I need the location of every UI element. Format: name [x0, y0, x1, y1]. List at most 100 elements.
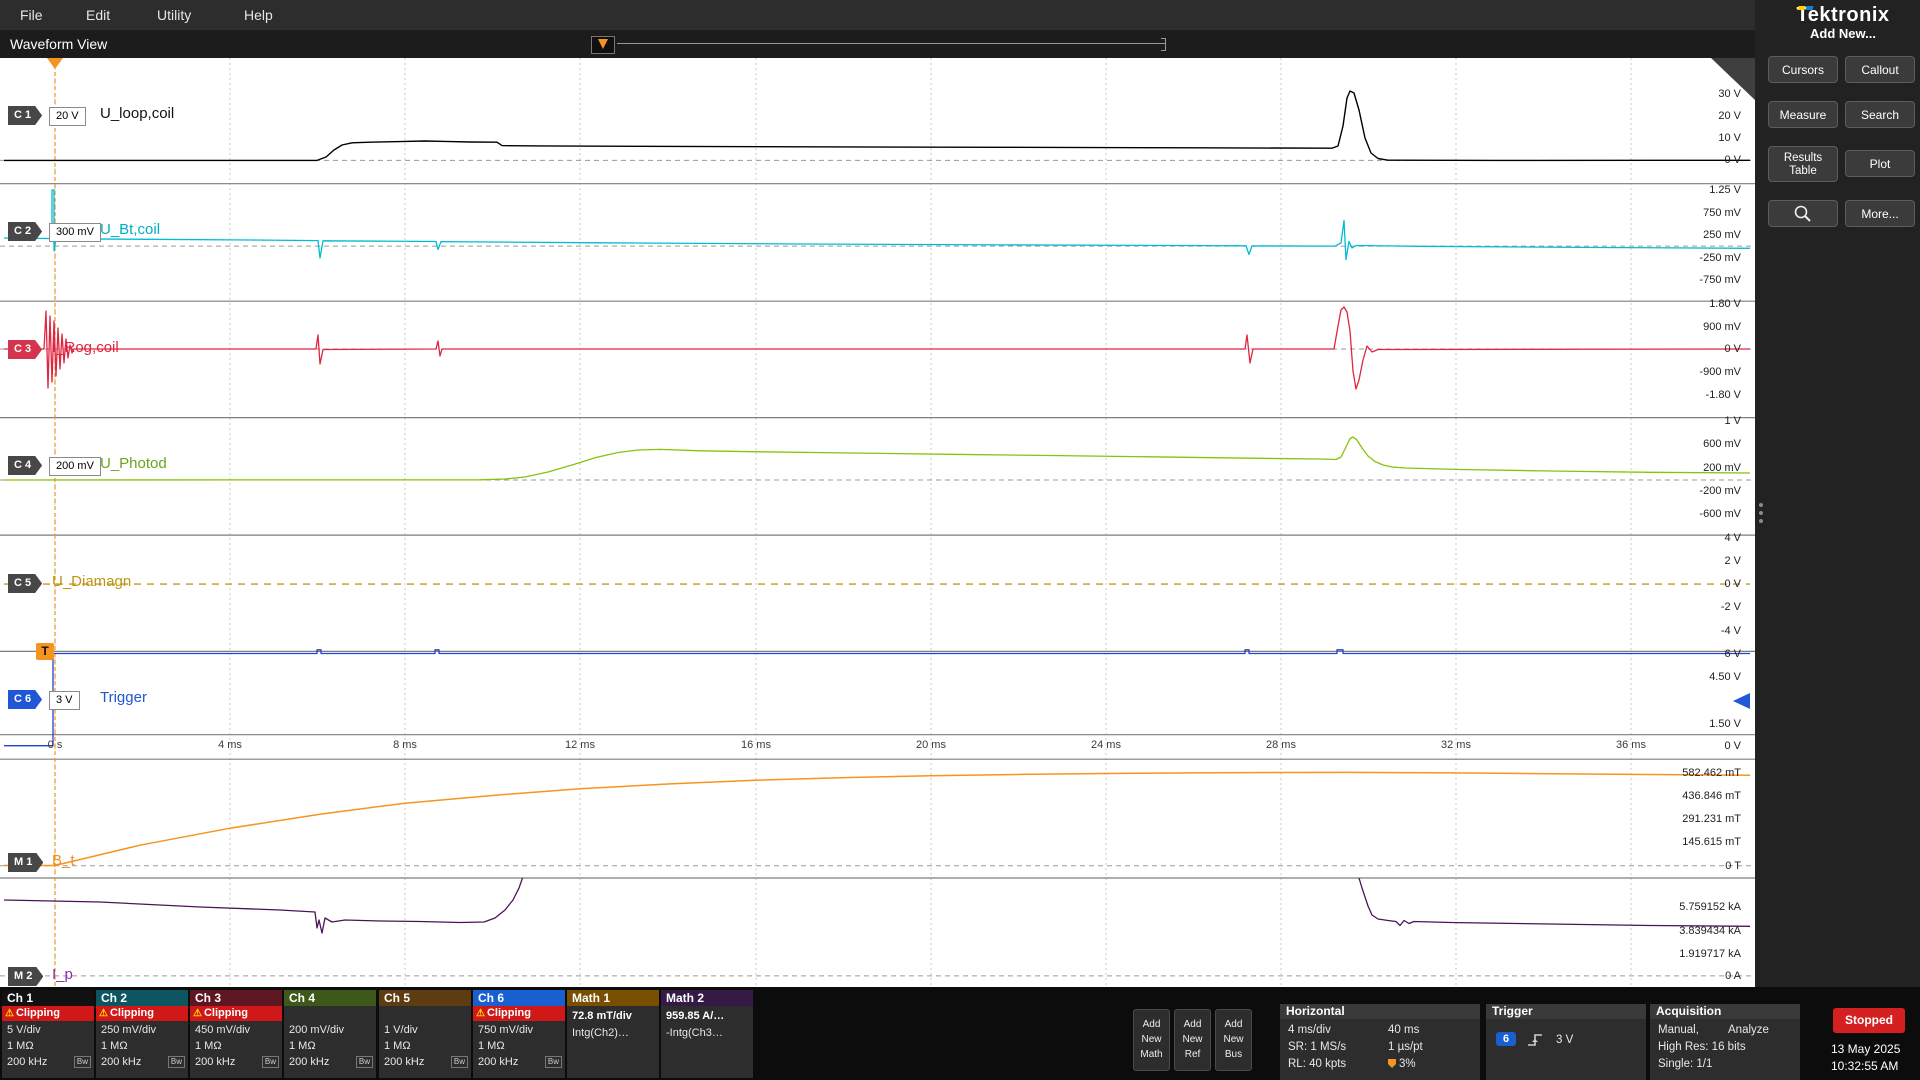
ch1-scale-box[interactable]: 20 V — [49, 107, 86, 126]
ch4-trace — [4, 437, 1750, 480]
trigger-level-arrow-icon[interactable] — [1733, 693, 1750, 709]
menu-help[interactable]: Help — [244, 7, 273, 23]
ch4-badge[interactable]: C 4 — [8, 456, 42, 475]
ch2-config-cell[interactable]: ⚠Clipping 250 mV/div 1 MΩ 200 kHz Bw — [96, 1006, 188, 1078]
tab-math1[interactable]: Math 1 — [567, 990, 659, 1006]
search-button[interactable]: Search — [1845, 101, 1915, 128]
ch5-config-cell[interactable]: 1 V/div 1 MΩ 200 kHz Bw — [379, 1006, 471, 1078]
ch4-vdiv: 200 mV/div — [289, 1024, 344, 1036]
tab-ch6[interactable]: Ch 6 — [473, 990, 565, 1006]
sample-resolution: 1 µs/pt — [1388, 1041, 1423, 1053]
ch6-bw-limit-badge: Bw — [545, 1056, 562, 1068]
ch6-vdiv: 750 mV/div — [478, 1024, 533, 1036]
record-view-trigger-box[interactable] — [591, 36, 615, 54]
menu-utility[interactable]: Utility — [157, 7, 191, 23]
horizontal-scale: 4 ms/div — [1288, 1024, 1331, 1036]
ch5-badge[interactable]: C 5 — [8, 574, 42, 593]
ch6-axis-label: 4.50 V — [1709, 671, 1741, 683]
acquisition-panel-title: Acquisition — [1650, 1004, 1800, 1019]
trigger-panel[interactable]: Trigger 6 3 V — [1486, 1004, 1646, 1080]
more-button[interactable]: More... — [1845, 200, 1915, 227]
math1-trace — [4, 772, 1750, 865]
run-stop-status-badge[interactable]: Stopped — [1833, 1008, 1905, 1033]
ch2-vdiv: 250 mV/div — [101, 1024, 156, 1036]
ch3-config-cell[interactable]: ⚠Clipping 450 mV/div 1 MΩ 200 kHz Bw — [190, 1006, 282, 1078]
time-tick: 20 ms — [903, 739, 959, 751]
ch2-label[interactable]: U_Bt,coil — [100, 221, 160, 238]
add-new-bus-button[interactable]: AddNewBus — [1215, 1009, 1252, 1071]
acquisition-detail: High Res: 16 bits — [1658, 1041, 1746, 1053]
ch5-bandwidth: 200 kHz — [384, 1056, 424, 1068]
record-view-end-bracket — [1161, 38, 1166, 51]
horizontal-panel[interactable]: Horizontal 4 ms/div 40 ms SR: 1 MS/s 1 µ… — [1280, 1004, 1480, 1080]
view-title: Waveform View — [10, 36, 107, 52]
ch3-label[interactable]: I_Rog,coil — [52, 339, 119, 356]
ch5-impedance: 1 MΩ — [384, 1040, 411, 1052]
trigger-source-marker[interactable]: T — [36, 643, 54, 660]
ch1-config-cell[interactable]: ⚠Clipping 5 V/div 1 MΩ 200 kHz Bw — [2, 1006, 94, 1078]
ch1-label[interactable]: U_loop,coil — [100, 105, 174, 122]
ch5-axis-label: 4 V — [1724, 532, 1741, 544]
logo-accent-blue — [1805, 6, 1813, 10]
time-tick: 32 ms — [1428, 739, 1484, 751]
ch4-axis-label: -600 mV — [1699, 508, 1741, 520]
math1-badge[interactable]: M 1 — [8, 853, 43, 872]
tab-ch2[interactable]: Ch 2 — [96, 990, 188, 1006]
trigger-level: 3 V — [1556, 1034, 1573, 1046]
ch4-config-cell[interactable]: 200 mV/div 1 MΩ 200 kHz Bw — [284, 1006, 376, 1078]
cursors-button[interactable]: Cursors — [1768, 56, 1838, 83]
ch6-config-cell[interactable]: ⚠Clipping 750 mV/div 1 MΩ 200 kHz Bw — [473, 1006, 565, 1078]
ch2-clipping-warning: ⚠Clipping — [96, 1006, 188, 1021]
ch3-axis-label: 900 mV — [1703, 321, 1741, 333]
add-new-heading: Add New... — [1768, 26, 1918, 41]
zoom-tool-button[interactable] — [1768, 200, 1838, 227]
add-new-math-button[interactable]: AddNewMath — [1133, 1009, 1170, 1071]
ch4-scale-box[interactable]: 200 mV — [49, 457, 101, 476]
waveform-canvas — [0, 58, 1755, 987]
acquisition-run: Single: 1/1 — [1658, 1058, 1712, 1070]
waveform-plot-area[interactable]: T C 1 20 V U_loop,coil C 2 300 mV U_Bt,c… — [0, 58, 1755, 987]
ch4-label[interactable]: U_Photod — [100, 455, 167, 472]
tab-ch5[interactable]: Ch 5 — [379, 990, 471, 1006]
ch5-label[interactable]: U_Diamagn — [52, 573, 131, 590]
math1-axis-label: 0 T — [1725, 860, 1741, 872]
ch2-scale-box[interactable]: 300 mV — [49, 223, 101, 242]
math1-config-cell[interactable]: 72.8 mT/div Intg(Ch2)… — [567, 1006, 659, 1078]
tab-ch4[interactable]: Ch 4 — [284, 990, 376, 1006]
ch2-impedance: 1 MΩ — [101, 1040, 128, 1052]
ch1-axis-label: 30 V — [1718, 88, 1741, 100]
measure-button[interactable]: Measure — [1768, 101, 1838, 128]
ch6-badge[interactable]: C 6 — [8, 690, 42, 709]
trigger-time-marker-icon[interactable] — [47, 58, 63, 69]
results-table-button[interactable]: Results Table — [1768, 146, 1838, 182]
ch6-impedance: 1 MΩ — [478, 1040, 505, 1052]
math1-label[interactable]: B_t — [52, 852, 75, 869]
plot-button[interactable]: Plot — [1845, 150, 1915, 177]
callout-button[interactable]: Callout — [1845, 56, 1915, 83]
math1-axis-label: 291.231 mT — [1682, 813, 1741, 825]
ch6-scale-box[interactable]: 3 V — [49, 691, 80, 710]
acquisition-analyze: Analyze — [1728, 1024, 1769, 1036]
record-view-bar[interactable] — [617, 43, 1165, 44]
panel-splitter-handle[interactable] — [1759, 499, 1763, 527]
ch3-badge[interactable]: C 3 — [8, 340, 42, 359]
time-tick: 36 ms — [1603, 739, 1659, 751]
ch6-label[interactable]: Trigger — [100, 689, 147, 706]
tab-math2[interactable]: Math 2 — [661, 990, 753, 1006]
tab-ch1[interactable]: Ch 1 — [2, 990, 94, 1006]
menu-edit[interactable]: Edit — [86, 7, 110, 23]
acquisition-panel[interactable]: Acquisition Manual, Analyze High Res: 16… — [1650, 1004, 1800, 1080]
ch5-vdiv: 1 V/div — [384, 1024, 418, 1036]
ch1-badge[interactable]: C 1 — [8, 106, 42, 125]
trigger-source-badge: 6 — [1496, 1032, 1516, 1046]
zoom-tool-icon — [1793, 204, 1813, 224]
math2-badge[interactable]: M 2 — [8, 967, 43, 986]
tab-ch3[interactable]: Ch 3 — [190, 990, 282, 1006]
ch2-badge[interactable]: C 2 — [8, 222, 42, 241]
math2-config-cell[interactable]: 959.85 A/… -Intg(Ch3… — [661, 1006, 753, 1078]
math2-label[interactable]: I_p — [52, 966, 73, 983]
math1-axis-label: 436.846 mT — [1682, 790, 1741, 802]
trigger-panel-title: Trigger — [1486, 1004, 1646, 1019]
add-new-ref-button[interactable]: AddNewRef — [1174, 1009, 1211, 1071]
menu-file[interactable]: File — [20, 7, 43, 23]
